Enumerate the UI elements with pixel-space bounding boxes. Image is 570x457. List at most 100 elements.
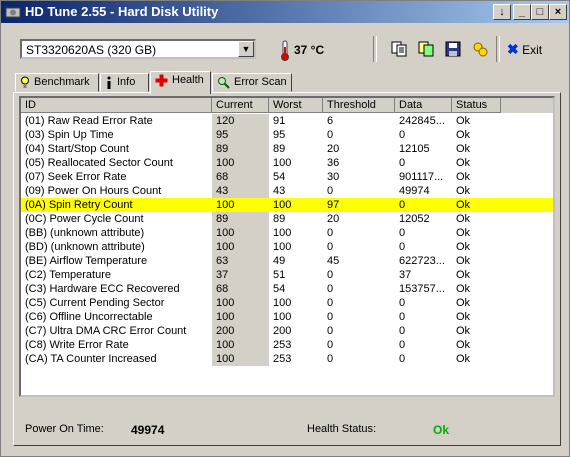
table-row[interactable]: (BD) (unknown attribute) 100 100 0 0 Ok bbox=[21, 240, 553, 254]
status-cell: Ok bbox=[456, 227, 471, 239]
status-cell: Ok bbox=[456, 157, 471, 169]
current-cell: 100 bbox=[212, 226, 269, 240]
threshold-cell: 0 bbox=[327, 129, 334, 141]
column-header-data[interactable]: Data bbox=[395, 98, 452, 113]
column-header-id[interactable]: ID bbox=[21, 98, 212, 113]
table-row[interactable]: (C3) Hardware ECC Recovered 68 54 0 153757..… bbox=[21, 282, 553, 296]
table-row[interactable]: (05) Reallocated Sector Count 100 100 36 0 Ok bbox=[21, 156, 553, 170]
table-row[interactable]: (C5) Current Pending Sector 100 100 0 0 Ok bbox=[21, 296, 553, 310]
table-row[interactable]: (03) Spin Up Time 95 95 0 0 Ok bbox=[21, 128, 553, 142]
health-cross-icon bbox=[155, 74, 168, 87]
tab-label: Benchmark bbox=[34, 76, 90, 88]
table-row[interactable]: (01) Raw Read Error Rate 120 91 6 242845... O… bbox=[21, 114, 553, 128]
table-row[interactable]: (C7) Ultra DMA CRC Error Count 200 200 0 0 Ok bbox=[21, 324, 553, 338]
threshold-cell: 0 bbox=[327, 339, 334, 351]
threshold-cell: 6 bbox=[327, 115, 334, 127]
data-cell: 49974 bbox=[399, 185, 430, 197]
down-arrow-button[interactable]: ↓ bbox=[493, 4, 511, 20]
current-cell: 120 bbox=[212, 114, 269, 128]
table-row[interactable]: (04) Start/Stop Count 89 89 20 12105 Ok bbox=[21, 142, 553, 156]
table-row[interactable]: (0C) Power Cycle Count 89 89 20 12052 Ok bbox=[21, 212, 553, 226]
status-cell: Ok bbox=[456, 255, 471, 267]
drive-select[interactable]: ST3320620AS (320 GB) ▼ bbox=[20, 39, 256, 59]
table-row[interactable]: (C2) Temperature 37 51 0 37 Ok bbox=[21, 268, 553, 282]
worst-cell: 89 bbox=[273, 213, 286, 225]
table-row[interactable]: (CA) TA Counter Increased 100 253 0 0 Ok bbox=[21, 352, 553, 366]
table-row[interactable]: (C8) Write Error Rate 100 253 0 0 Ok bbox=[21, 338, 553, 352]
threshold-cell: 45 bbox=[327, 255, 340, 267]
status-cell: Ok bbox=[456, 213, 471, 225]
tab-health[interactable]: Health bbox=[150, 71, 211, 94]
power-on-time-label: Power On Time: bbox=[25, 423, 104, 435]
copy-all-icon[interactable] bbox=[417, 40, 435, 58]
threshold-cell: 0 bbox=[327, 269, 334, 281]
save-icon[interactable] bbox=[444, 40, 462, 58]
data-cell: 0 bbox=[399, 297, 406, 309]
current-cell: 89 bbox=[212, 212, 269, 226]
tab-error-scan[interactable]: Error Scan bbox=[212, 73, 292, 92]
tab-benchmark[interactable]: Benchmark bbox=[15, 73, 99, 92]
data-cell: 37 bbox=[399, 269, 412, 281]
threshold-cell: 0 bbox=[327, 185, 334, 197]
status-cell: Ok bbox=[456, 297, 471, 309]
current-cell: 100 bbox=[212, 156, 269, 170]
status-cell: Ok bbox=[456, 269, 471, 281]
table-row[interactable]: (0A) Spin Retry Count 100 100 97 0 Ok bbox=[21, 198, 553, 212]
status-cell: Ok bbox=[456, 143, 471, 155]
worst-cell: 54 bbox=[273, 171, 286, 183]
data-cell: 901117... bbox=[399, 171, 444, 183]
copy-icon[interactable] bbox=[390, 40, 408, 58]
column-header-worst[interactable]: Worst bbox=[269, 98, 323, 113]
threshold-cell: 0 bbox=[327, 297, 334, 309]
maximize-button[interactable]: □ bbox=[531, 4, 549, 20]
current-cell: 89 bbox=[212, 142, 269, 156]
exit-button[interactable]: ✖ Exit bbox=[507, 41, 542, 58]
attribute-id-cell: (C6) Offline Uncorrectable bbox=[25, 311, 153, 323]
title-bar[interactable]: HD Tune 2.55 - Hard Disk Utility ↓ _ □ × bbox=[1, 1, 569, 23]
tab-info[interactable]: Info bbox=[100, 73, 149, 92]
exit-label: Exit bbox=[522, 43, 543, 57]
column-header-status[interactable]: Status bbox=[452, 98, 501, 113]
table-row[interactable]: (09) Power On Hours Count 43 43 0 49974 Ok bbox=[21, 184, 553, 198]
table-row[interactable]: (07) Seek Error Rate 68 54 30 901117... Ok bbox=[21, 170, 553, 184]
current-cell: 200 bbox=[212, 324, 269, 338]
thermometer-icon bbox=[281, 40, 289, 61]
status-cell: Ok bbox=[456, 311, 471, 323]
smart-attribute-table[interactable]: ID Current Worst Threshold Data Status (… bbox=[19, 96, 555, 397]
worst-cell: 43 bbox=[273, 185, 286, 197]
current-cell: 68 bbox=[212, 170, 269, 184]
threshold-cell: 0 bbox=[327, 311, 334, 323]
info-icon bbox=[107, 76, 111, 89]
options-icon[interactable] bbox=[471, 40, 489, 58]
data-cell: 12052 bbox=[399, 213, 430, 225]
status-cell: Ok bbox=[456, 283, 471, 295]
attribute-id-cell: (BE) Airflow Temperature bbox=[25, 255, 148, 267]
chevron-down-icon[interactable]: ▼ bbox=[238, 41, 254, 57]
data-cell: 0 bbox=[399, 311, 406, 323]
table-row[interactable]: (BB) (unknown attribute) 100 100 0 0 Ok bbox=[21, 226, 553, 240]
current-cell: 100 bbox=[212, 338, 269, 352]
table-row[interactable]: (C6) Offline Uncorrectable 100 100 0 0 Ok bbox=[21, 310, 553, 324]
data-cell: 153757... bbox=[399, 283, 445, 295]
worst-cell: 100 bbox=[273, 157, 292, 169]
table-header: ID Current Worst Threshold Data Status bbox=[21, 98, 553, 113]
toolbar-separator bbox=[373, 36, 377, 62]
toolbar-separator bbox=[496, 36, 500, 62]
data-cell: 12105 bbox=[399, 143, 430, 155]
table-row[interactable]: (BE) Airflow Temperature 63 49 45 622723... O… bbox=[21, 254, 553, 268]
power-on-time-value: 49974 bbox=[131, 423, 165, 437]
tab-label: Health bbox=[172, 74, 204, 86]
attribute-id-cell: (0A) Spin Retry Count bbox=[25, 199, 133, 211]
minimize-button[interactable]: _ bbox=[513, 4, 531, 20]
status-cell: Ok bbox=[456, 185, 471, 197]
status-cell: Ok bbox=[456, 353, 471, 365]
app-window: HD Tune 2.55 - Hard Disk Utility ↓ _ □ ×… bbox=[0, 0, 570, 457]
column-header-threshold[interactable]: Threshold bbox=[323, 98, 395, 113]
worst-cell: 100 bbox=[273, 311, 292, 323]
health-status-value: Ok bbox=[433, 423, 450, 437]
column-header-current[interactable]: Current bbox=[212, 98, 269, 113]
attribute-id-cell: (C5) Current Pending Sector bbox=[25, 297, 165, 309]
current-cell: 37 bbox=[212, 268, 269, 282]
attribute-id-cell: (0C) Power Cycle Count bbox=[25, 213, 144, 225]
close-button[interactable]: × bbox=[549, 4, 567, 20]
